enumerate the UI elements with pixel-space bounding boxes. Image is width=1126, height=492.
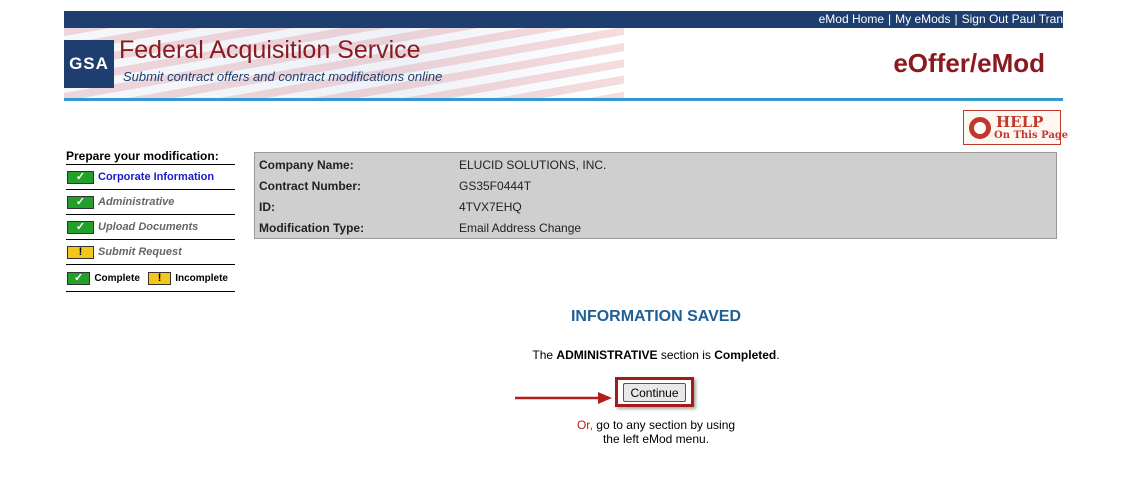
help-sublabel: On This Page: [994, 130, 1069, 141]
life-ring-icon: [969, 117, 991, 139]
info-label: Modification Type:: [259, 221, 365, 235]
header-divider: [64, 98, 1063, 101]
menu-hint: Or, go to any section by using the left e…: [540, 418, 772, 446]
link-separator: |: [888, 12, 892, 26]
info-value: Email Address Change: [459, 221, 582, 235]
menu-item-upload-documents[interactable]: ✓ Upload Documents: [66, 215, 235, 240]
header-banner: GSA Federal Acquisition Service Submit c…: [64, 28, 1063, 98]
legend-incomplete-label: Incomplete: [175, 272, 228, 284]
info-row-company: Company Name: ELUCID SOLUTIONS, INC.: [255, 155, 1056, 176]
info-label: Contract Number:: [259, 179, 362, 193]
continue-button[interactable]: Continue: [623, 383, 686, 402]
help-on-this-page-button[interactable]: HELP On This Page: [963, 110, 1068, 145]
top-links: eMod Home | My eMods | Sign Out Paul Tran: [819, 11, 1063, 28]
or-label: Or,: [576, 418, 593, 432]
menu-item-label: Upload Documents: [98, 221, 199, 233]
checkmark-icon: ✓: [67, 220, 94, 234]
saved-message-text: section is: [657, 348, 715, 362]
info-label: Company Name:: [259, 158, 354, 172]
site-title: Federal Acquisition Service: [119, 36, 421, 64]
checkmark-icon: ✓: [67, 195, 94, 209]
legend-complete-label: Complete: [94, 272, 140, 284]
menu-item-label: Administrative: [98, 196, 175, 208]
info-label: ID:: [259, 200, 275, 214]
saved-section-name: ADMINISTRATIVE: [556, 348, 658, 362]
hint-text: go to any section by using: [592, 418, 736, 432]
info-row-id: ID: 4TVX7EHQ: [255, 197, 1056, 218]
saved-status: Completed: [714, 348, 777, 362]
menu-item-label: Submit Request: [98, 246, 182, 258]
modification-menu: Prepare your modification: ✓ Corporate I…: [66, 148, 235, 292]
app-name: eOffer/eMod: [893, 48, 1045, 78]
continue-highlight: Continue: [615, 377, 694, 407]
saved-message-text: The: [532, 348, 557, 362]
checkmark-icon: ✓: [67, 170, 94, 184]
top-nav-bar: eMod Home | My eMods | Sign Out Paul Tran: [64, 11, 1063, 28]
exclamation-icon: !: [67, 245, 94, 259]
info-row-modification-type: Modification Type: Email Address Change: [255, 218, 1056, 239]
menu-item-administrative[interactable]: ✓ Administrative: [66, 190, 235, 215]
site-subtitle: Submit contract offers and contract modi…: [123, 69, 443, 84]
modification-info-table: Company Name: ELUCID SOLUTIONS, INC. Con…: [254, 152, 1057, 239]
info-value: GS35F0444T: [459, 179, 532, 193]
saved-heading: INFORMATION SAVED: [570, 308, 742, 325]
arrow-right-icon: [515, 392, 612, 404]
exclamation-icon: !: [147, 271, 172, 285]
menu-heading: Prepare your modification:: [66, 148, 235, 165]
hint-text: the left eMod menu.: [602, 432, 710, 446]
info-value: ELUCID SOLUTIONS, INC.: [459, 158, 607, 172]
menu-item-label: Corporate Information: [98, 171, 215, 183]
info-row-contract-number: Contract Number: GS35F0444T: [255, 176, 1056, 197]
help-label: HELP: [996, 113, 1044, 131]
status-legend: ✓ Complete ! Incomplete: [66, 265, 235, 292]
link-separator: |: [954, 12, 958, 26]
saved-message: The ADMINISTRATIVE section is Completed.: [255, 348, 1057, 362]
checkmark-icon: ✓: [67, 271, 91, 285]
sign-out-link[interactable]: Sign Out Paul Tran: [962, 12, 1063, 26]
menu-item-corporate-information[interactable]: ✓ Corporate Information: [66, 165, 235, 190]
my-emods-link[interactable]: My eMods: [895, 12, 950, 26]
emod-home-link[interactable]: eMod Home: [819, 12, 884, 26]
gsa-logo: GSA: [64, 40, 114, 88]
menu-item-submit-request[interactable]: ! Submit Request: [66, 240, 235, 265]
saved-message-text: .: [776, 348, 780, 362]
info-value: 4TVX7EHQ: [459, 200, 522, 214]
